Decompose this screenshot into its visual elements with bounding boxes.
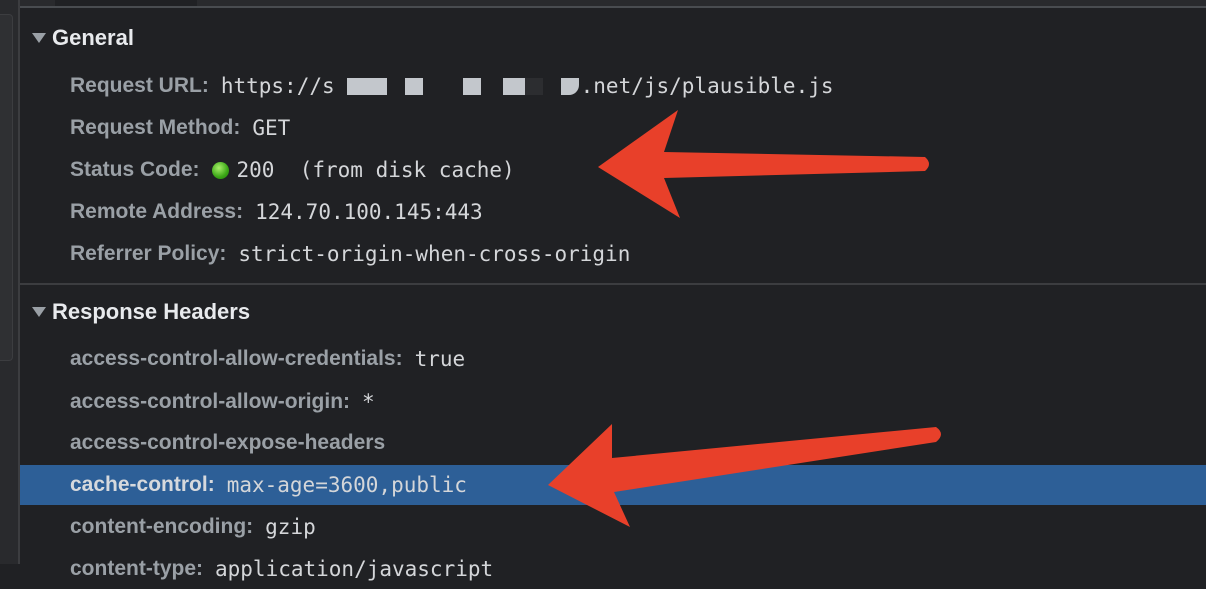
annotation-arrows xyxy=(548,110,941,527)
annotation-arrow-status xyxy=(598,110,929,218)
annotation-arrow-cache-control xyxy=(548,424,941,527)
